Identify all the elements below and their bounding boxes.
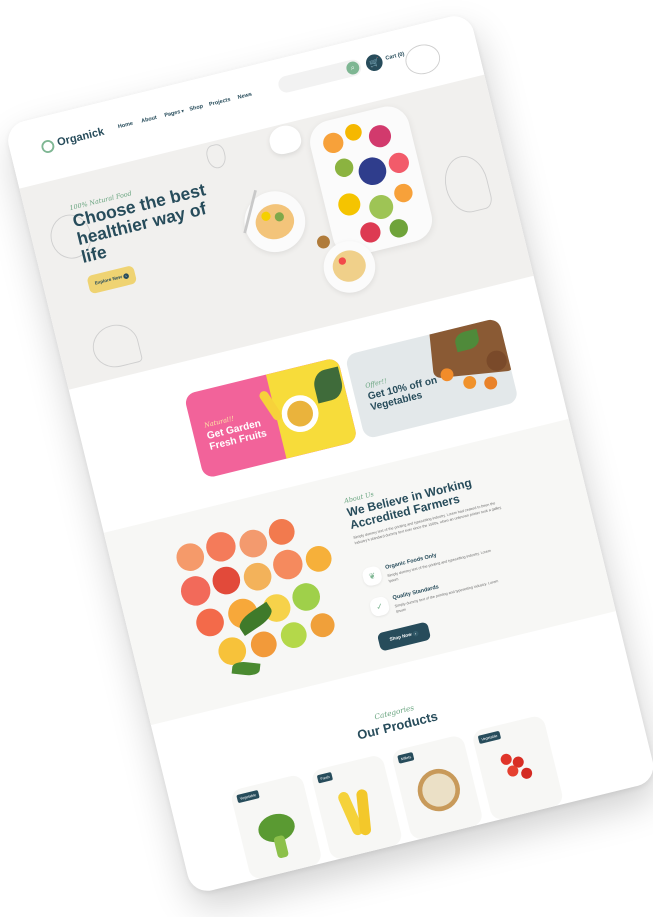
cart-icon[interactable]: 🛒 (364, 52, 385, 73)
product-badge: Vegetable (236, 789, 260, 804)
nav-pages[interactable]: Pages ▾ (164, 109, 185, 119)
logo-icon (40, 138, 56, 155)
product-badge: Fresh (316, 771, 334, 784)
arrow-right-icon: › (412, 630, 419, 637)
nav-news[interactable]: News (237, 92, 252, 101)
product-card[interactable]: Fresh (310, 753, 404, 861)
nav-shop[interactable]: Shop (189, 104, 204, 113)
website-page: Organick Home About Pages ▾ Shop Project… (4, 12, 653, 896)
apricot-image (482, 375, 499, 391)
cart-label[interactable]: Cart (0) (385, 52, 405, 62)
arrow-right-icon: › (122, 272, 130, 280)
explore-now-label: Explore Now (94, 274, 123, 287)
product-card[interactable]: Vegetable (229, 773, 324, 881)
product-card[interactable]: Millets (390, 734, 485, 842)
nav-projects[interactable]: Projects (209, 97, 231, 108)
tomato-image (519, 766, 534, 780)
nav-pages-label: Pages (163, 109, 182, 119)
product-card[interactable]: Vegetable (471, 714, 565, 822)
offer-card-vegetables[interactable]: Offer!! Get 10% off on Vegetables (344, 317, 520, 440)
apricot-image (461, 374, 478, 391)
millet-bowl-image (413, 764, 465, 816)
nav-about[interactable]: About (141, 115, 158, 124)
chevron-down-icon: ▾ (179, 108, 185, 115)
product-badge: Vegetable (477, 730, 501, 745)
nav-home[interactable]: Home (117, 121, 133, 130)
logo-text[interactable]: Organick (56, 125, 106, 149)
offer-card-fruits[interactable]: Natural!! Get Garden Fresh Fruits (183, 357, 359, 479)
tomato-image (499, 752, 513, 767)
product-badge: Millets (397, 751, 415, 764)
shop-now-label: Shop Now (389, 631, 413, 643)
mockup-stage: Organick Home About Pages ▾ Shop Project… (0, 0, 653, 917)
